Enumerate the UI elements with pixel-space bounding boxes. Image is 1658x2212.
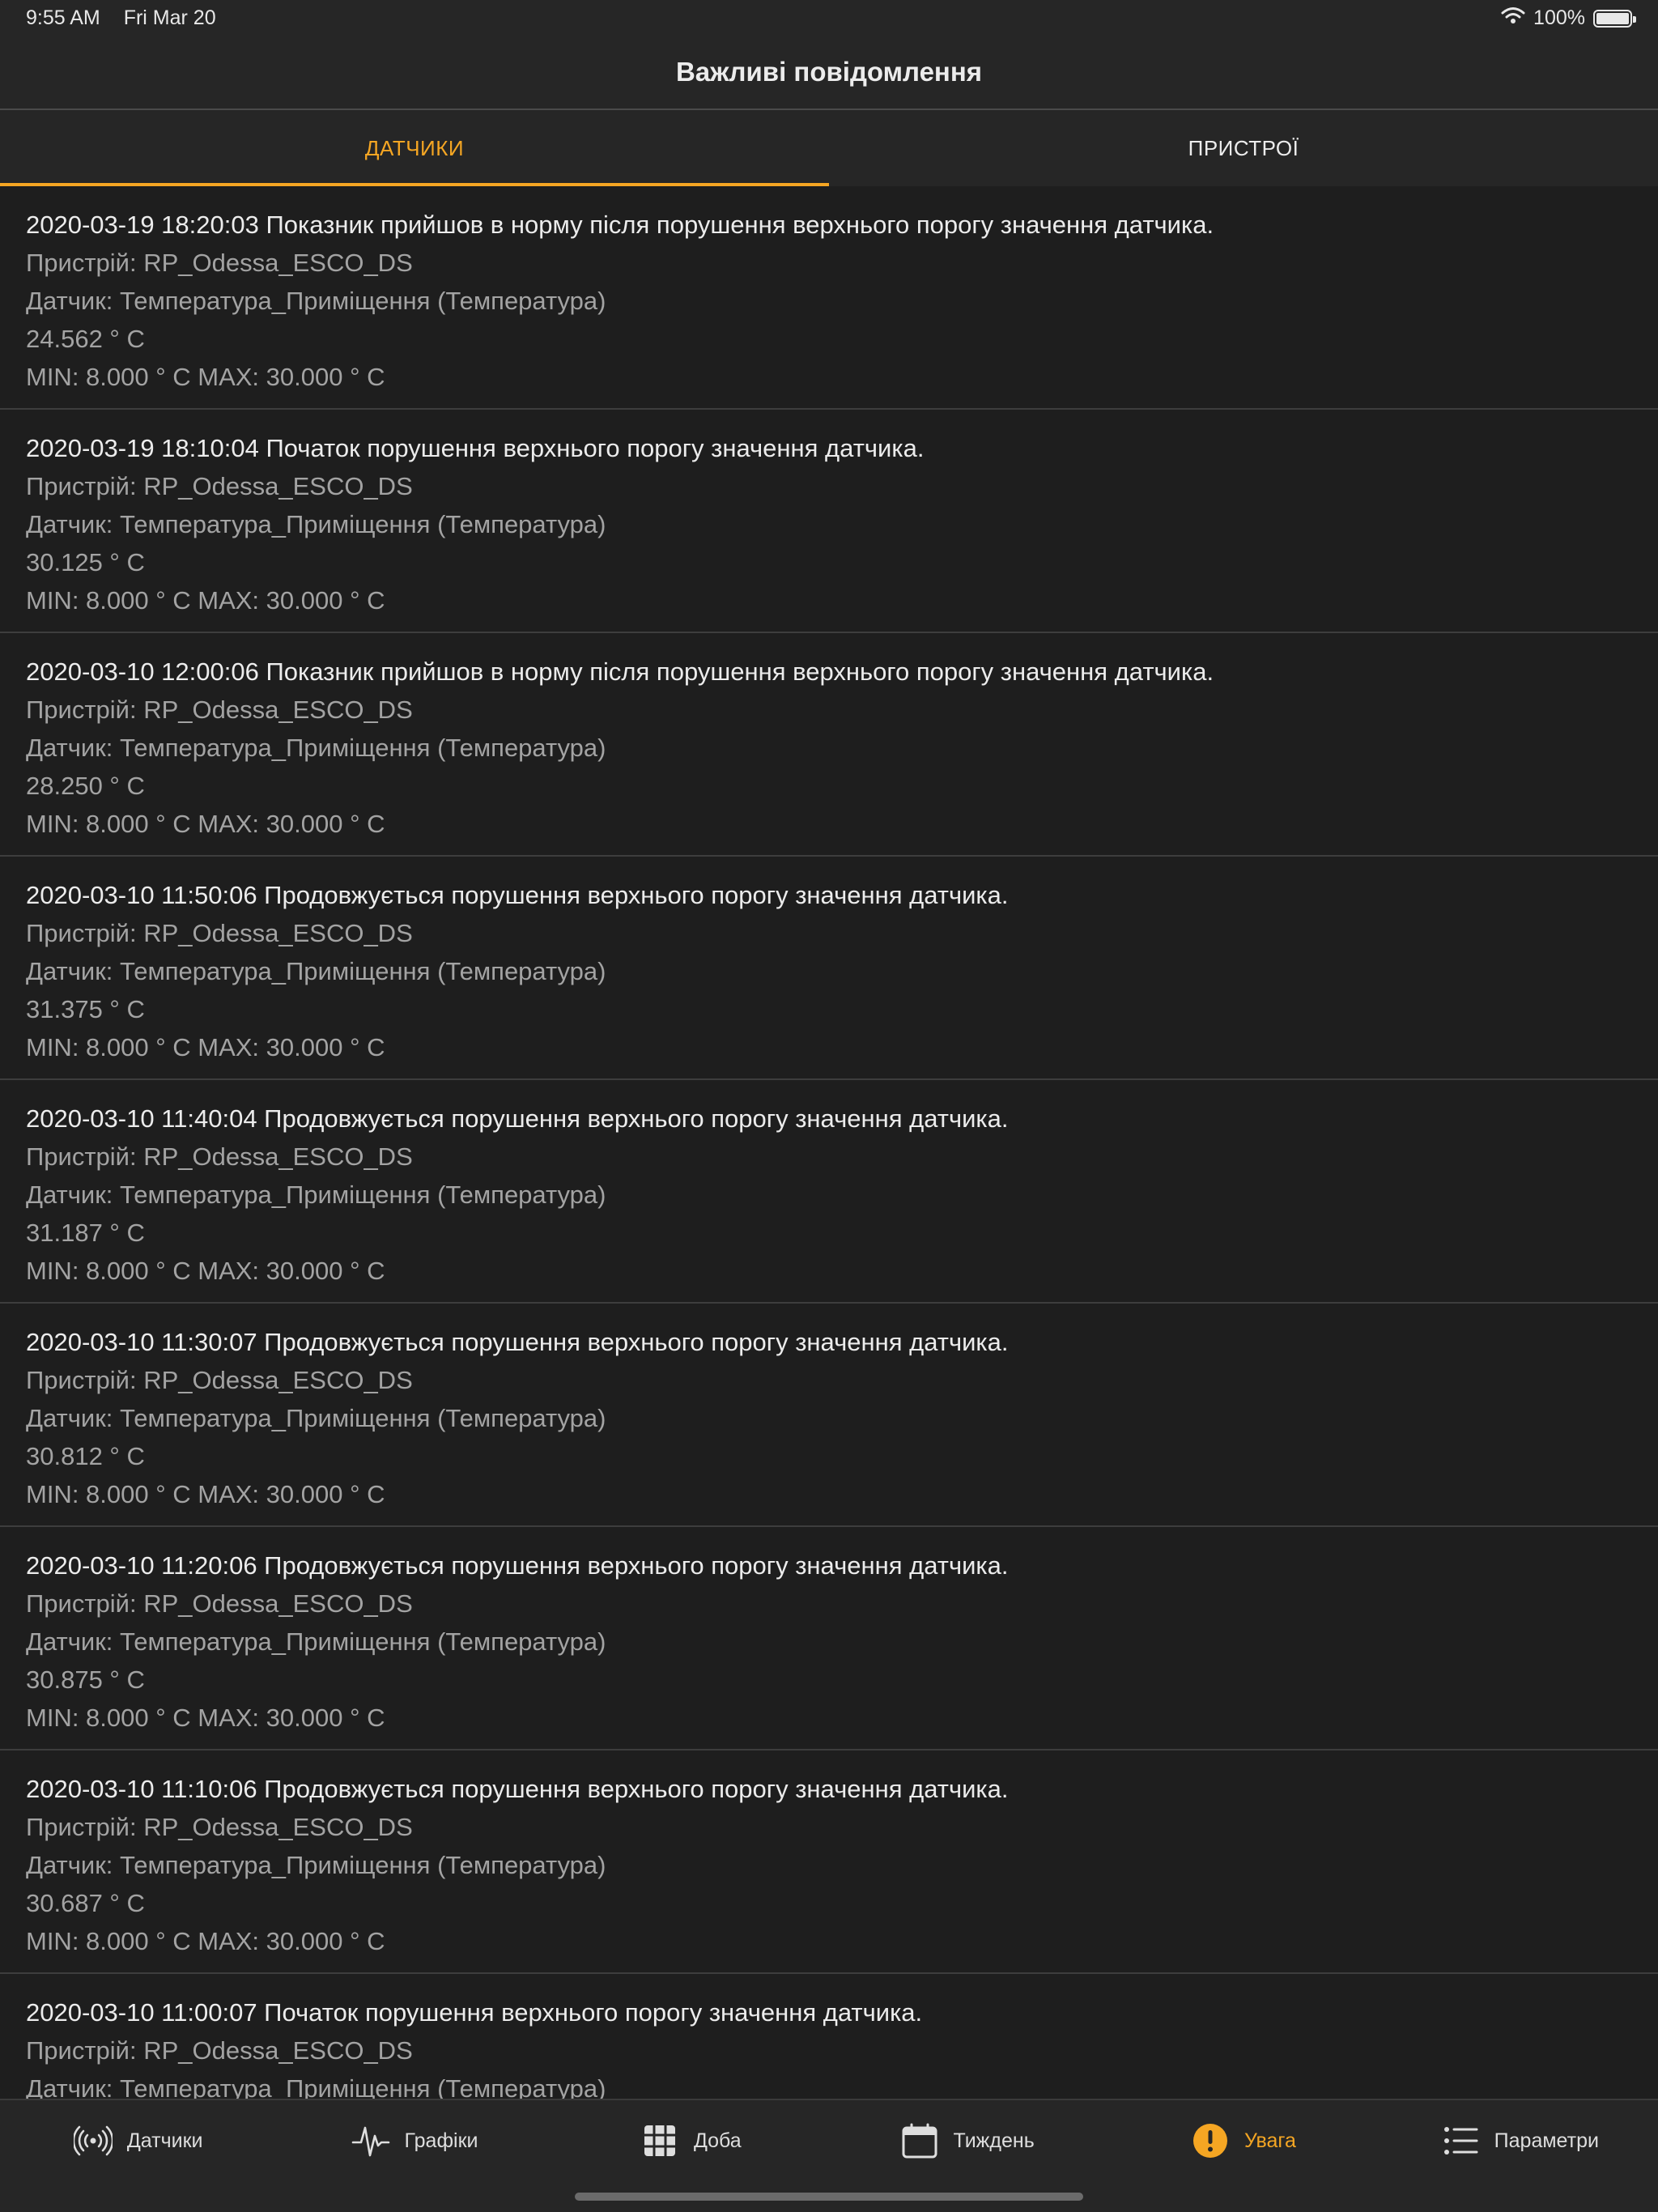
notification-sensor: Датчик: Температура_Приміщення (Температ… <box>26 1851 606 1879</box>
alert-icon <box>1191 2121 1230 2160</box>
tabbar-label: Увага <box>1244 2129 1296 2152</box>
notification-device: Пристрій: RP_Odessa_ESCO_DS <box>26 696 413 724</box>
list-item[interactable]: 2020-03-19 18:10:04 Початок порушення ве… <box>0 410 1658 633</box>
notification-value: 28.250 ° C <box>26 772 145 800</box>
navigation-bar: Важливі повідомлення <box>0 36 1658 110</box>
notification-value: 24.562 ° C <box>26 325 145 353</box>
tabbar-label: Тиждень <box>953 2129 1035 2152</box>
status-bar: 9:55 AM Fri Mar 20 100% <box>0 0 1658 36</box>
notification-header: 2020-03-10 11:50:06 Продовжується поруше… <box>26 881 1009 909</box>
notification-header: 2020-03-19 18:10:04 Початок порушення ве… <box>26 434 925 462</box>
notification-header: 2020-03-10 11:20:06 Продовжується поруше… <box>26 1551 1009 1580</box>
list-item[interactable]: 2020-03-10 11:20:06 Продовжується поруше… <box>0 1527 1658 1750</box>
list-item[interactable]: 2020-03-10 11:40:04 Продовжується поруше… <box>0 1080 1658 1304</box>
home-indicator[interactable] <box>575 2193 1083 2201</box>
wifi-icon <box>1501 6 1525 30</box>
notification-device: Пристрій: RP_Odessa_ESCO_DS <box>26 249 413 277</box>
tab-devices[interactable]: ПРИСТРОЇ <box>829 110 1658 186</box>
list-item[interactable]: 2020-03-19 18:20:03 Показник прийшов в н… <box>0 186 1658 410</box>
list-item[interactable]: 2020-03-10 11:10:06 Продовжується поруше… <box>0 1750 1658 1974</box>
tabbar-label: Параметри <box>1494 2129 1599 2152</box>
tabbar-item-alerts[interactable]: Увага <box>1105 2100 1381 2181</box>
tab-sensors[interactable]: ДАТЧИКИ <box>0 110 829 186</box>
notification-header: 2020-03-10 11:10:06 Продовжується поруше… <box>26 1775 1009 1803</box>
notification-sensor: Датчик: Температура_Приміщення (Температ… <box>26 1180 606 1209</box>
app-screen: 9:55 AM Fri Mar 20 100% Важливі повідомл… <box>0 0 1658 2212</box>
tabbar-item-charts[interactable]: Графіки <box>276 2100 552 2181</box>
notification-limits: MIN: 8.000 ° C MAX: 30.000 ° C <box>26 1480 385 1508</box>
status-time: 9:55 AM <box>26 6 100 29</box>
notification-value: 30.812 ° C <box>26 1442 145 1470</box>
notification-limits: MIN: 8.000 ° C MAX: 30.000 ° C <box>26 1704 385 1732</box>
notification-device: Пристрій: RP_Odessa_ESCO_DS <box>26 1366 413 1394</box>
tabbar-label: Графіки <box>404 2129 478 2152</box>
page-title: Важливі повідомлення <box>675 57 983 87</box>
notification-device: Пристрій: RP_Odessa_ESCO_DS <box>26 1589 413 1618</box>
battery-percent: 100% <box>1533 6 1585 29</box>
notification-header: 2020-03-19 18:20:03 Показник прийшов в н… <box>26 211 1214 239</box>
notification-limits: MIN: 8.000 ° C MAX: 30.000 ° C <box>26 1033 385 1061</box>
notification-value: 30.125 ° C <box>26 548 145 576</box>
notification-header: 2020-03-10 11:40:04 Продовжується поруше… <box>26 1104 1009 1133</box>
notification-value: 30.687 ° C <box>26 1889 145 1917</box>
list-item[interactable]: 2020-03-10 11:30:07 Продовжується поруше… <box>0 1304 1658 1527</box>
notification-device: Пристрій: RP_Odessa_ESCO_DS <box>26 472 413 500</box>
notification-limits: MIN: 8.000 ° C MAX: 30.000 ° C <box>26 1257 385 1285</box>
notification-value: 30.875 ° C <box>26 1665 145 1694</box>
bottom-tab-bar: Датчики Графіки Доба Тиждень Увага Парам… <box>0 2099 1658 2212</box>
tabbar-item-settings[interactable]: Параметри <box>1382 2100 1658 2181</box>
tabbar-item-day[interactable]: Доба <box>553 2100 829 2181</box>
notification-sensor: Датчик: Температура_Приміщення (Температ… <box>26 957 606 985</box>
notification-limits: MIN: 8.000 ° C MAX: 30.000 ° C <box>26 810 385 838</box>
calendar-icon <box>900 2121 939 2160</box>
notification-sensor: Датчик: Температура_Приміщення (Температ… <box>26 2074 606 2099</box>
notification-sensor: Датчик: Температура_Приміщення (Температ… <box>26 1404 606 1432</box>
notification-sensor: Датчик: Температура_Приміщення (Температ… <box>26 734 606 762</box>
notification-device: Пристрій: RP_Odessa_ESCO_DS <box>26 1813 413 1841</box>
notification-device: Пристрій: RP_Odessa_ESCO_DS <box>26 1142 413 1171</box>
tabbar-label: Датчики <box>126 2129 203 2152</box>
notification-value: 31.375 ° C <box>26 995 145 1023</box>
list-item[interactable]: 2020-03-10 12:00:06 Показник прийшов в н… <box>0 633 1658 857</box>
notification-sensor: Датчик: Температура_Приміщення (Температ… <box>26 1627 606 1656</box>
notification-limits: MIN: 8.000 ° C MAX: 30.000 ° C <box>26 363 385 391</box>
battery-icon <box>1593 9 1636 28</box>
list-item[interactable]: 2020-03-10 11:50:06 Продовжується поруше… <box>0 857 1658 1080</box>
notification-sensor: Датчик: Температура_Приміщення (Температ… <box>26 510 606 538</box>
notification-device: Пристрій: RP_Odessa_ESCO_DS <box>26 919 413 947</box>
list-item[interactable]: 2020-03-10 11:00:07 Початок порушення ве… <box>0 1974 1658 2099</box>
grid-icon <box>640 2121 679 2160</box>
notification-header: 2020-03-10 11:00:07 Початок порушення ве… <box>26 1998 923 2027</box>
segment-tabs: ДАТЧИКИ ПРИСТРОЇ <box>0 110 1658 186</box>
tabbar-item-sensors[interactable]: Датчики <box>0 2100 276 2181</box>
antenna-icon <box>73 2121 113 2160</box>
notification-sensor: Датчик: Температура_Приміщення (Температ… <box>26 287 606 315</box>
notification-list[interactable]: 2020-03-19 18:20:03 Показник прийшов в н… <box>0 186 1658 2099</box>
notification-header: 2020-03-10 12:00:06 Показник прийшов в н… <box>26 657 1214 686</box>
list-icon <box>1441 2121 1480 2160</box>
notification-header: 2020-03-10 11:30:07 Продовжується поруше… <box>26 1328 1009 1356</box>
tabbar-label: Доба <box>693 2129 742 2152</box>
pulse-icon <box>351 2121 390 2160</box>
status-date: Fri Mar 20 <box>123 6 216 29</box>
notification-device: Пристрій: RP_Odessa_ESCO_DS <box>26 2036 413 2065</box>
tabbar-item-week[interactable]: Тиждень <box>829 2100 1105 2181</box>
notification-value: 31.187 ° C <box>26 1219 145 1247</box>
notification-limits: MIN: 8.000 ° C MAX: 30.000 ° C <box>26 1927 385 1955</box>
notification-limits: MIN: 8.000 ° C MAX: 30.000 ° C <box>26 586 385 615</box>
